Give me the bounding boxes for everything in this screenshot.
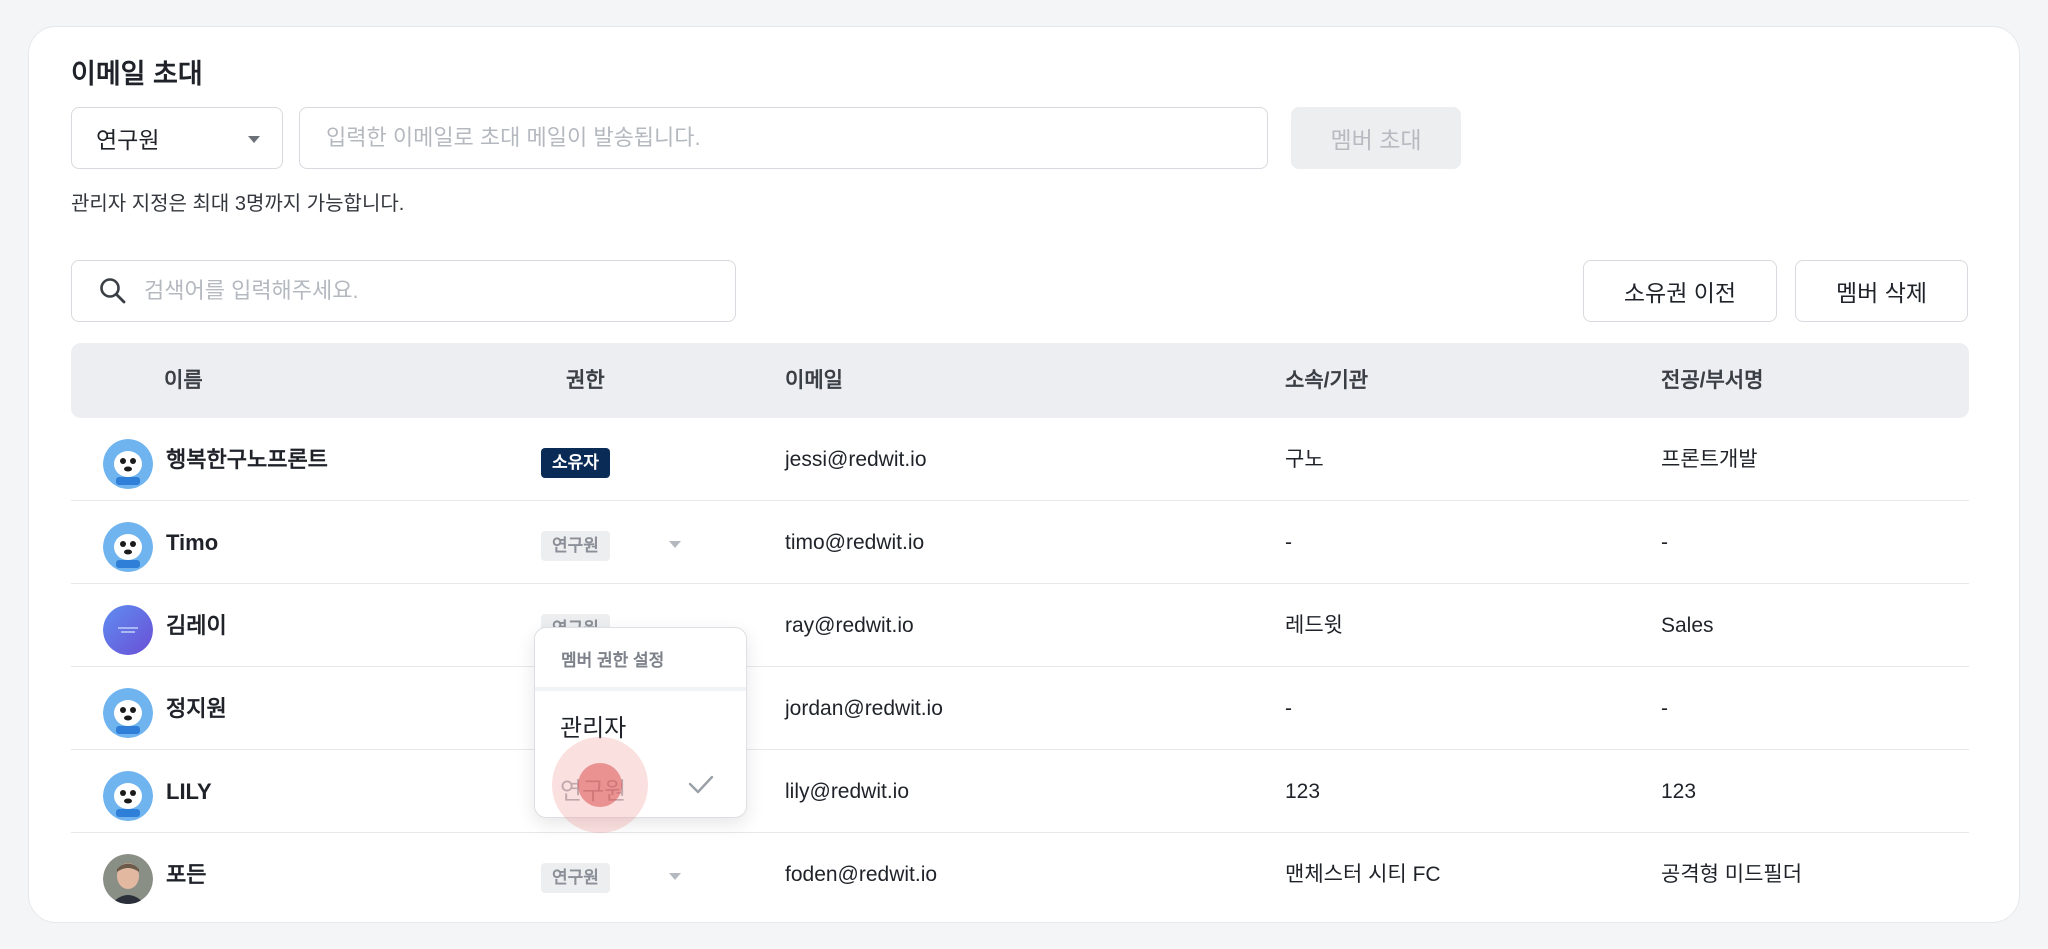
avatar bbox=[103, 605, 153, 655]
check-icon bbox=[688, 775, 714, 794]
member-email: timo@redwit.io bbox=[785, 531, 925, 554]
column-header-dept: 전공/부서명 bbox=[1661, 369, 1764, 392]
member-email: jessi@redwit.io bbox=[785, 448, 927, 471]
search-icon bbox=[100, 278, 126, 304]
member-search-input[interactable] bbox=[144, 278, 704, 304]
member-email: lily@redwit.io bbox=[785, 780, 910, 803]
invite-role-value: 연구원 bbox=[96, 127, 160, 153]
column-header-org: 소속/기관 bbox=[1285, 369, 1369, 392]
member-name: 행복한구노프론트 bbox=[166, 447, 328, 472]
member-name: 김레이 bbox=[166, 613, 227, 638]
caret-down-icon[interactable] bbox=[669, 873, 681, 880]
members-panel-content: 이메일 초대 연구원 멤버 초대 관리자 지정은 최대 3명까지 가능합니다. … bbox=[71, 27, 1969, 922]
avatar bbox=[103, 439, 153, 489]
member-dept: - bbox=[1661, 697, 1668, 720]
invite-email-input[interactable] bbox=[299, 107, 1268, 169]
table-row[interactable]: 포든 연구원 foden@redwit.io 맨체스터 시티 FC 공격형 미드… bbox=[71, 833, 1969, 916]
transfer-ownership-button[interactable]: 소유권 이전 bbox=[1583, 260, 1777, 322]
member-org: 구노 bbox=[1285, 448, 1324, 471]
member-name: Timo bbox=[166, 530, 219, 555]
member-name: 포든 bbox=[166, 862, 207, 887]
column-header-email: 이메일 bbox=[785, 369, 843, 392]
caret-down-icon[interactable] bbox=[669, 541, 681, 548]
delete-member-button[interactable]: 멤버 삭제 bbox=[1795, 260, 1968, 322]
admin-limit-helper-text: 관리자 지정은 최대 3명까지 가능합니다. bbox=[71, 193, 405, 215]
member-email: ray@redwit.io bbox=[785, 614, 914, 637]
invite-role-select[interactable]: 연구원 bbox=[71, 107, 283, 169]
member-org: 레드윗 bbox=[1285, 614, 1343, 637]
member-name: LILY bbox=[166, 779, 212, 804]
member-dept: Sales bbox=[1661, 614, 1714, 637]
member-dept: - bbox=[1661, 531, 1668, 554]
member-name: 정지원 bbox=[166, 696, 227, 721]
member-email: foden@redwit.io bbox=[785, 863, 938, 886]
member-email: jordan@redwit.io bbox=[785, 697, 943, 720]
table-row[interactable]: 김레이 연구원 ray@redwit.io 레드윗 Sales bbox=[71, 584, 1969, 667]
column-header-role: 권한 bbox=[566, 369, 605, 392]
member-org: - bbox=[1285, 697, 1292, 720]
role-menu-title: 멤버 권한 설정 bbox=[561, 651, 665, 670]
caret-down-icon bbox=[248, 136, 260, 143]
role-dropdown-trigger[interactable]: 연구원 bbox=[541, 863, 610, 893]
mascot-avatar-icon bbox=[103, 439, 153, 489]
members-panel: 이메일 초대 연구원 멤버 초대 관리자 지정은 최대 3명까지 가능합니다. … bbox=[28, 26, 2020, 923]
member-org: - bbox=[1285, 531, 1292, 554]
invite-member-button[interactable]: 멤버 초대 bbox=[1291, 107, 1461, 169]
member-search-box[interactable] bbox=[71, 260, 736, 322]
invite-section-title: 이메일 초대 bbox=[71, 59, 203, 89]
member-org: 맨체스터 시티 FC bbox=[1285, 863, 1441, 886]
member-dept: 프론트개발 bbox=[1661, 448, 1758, 471]
avatar bbox=[103, 771, 153, 821]
column-header-name: 이름 bbox=[164, 369, 203, 392]
avatar bbox=[103, 688, 153, 738]
member-dept: 123 bbox=[1661, 780, 1697, 803]
table-row[interactable]: Timo 연구원 timo@redwit.io - - bbox=[71, 501, 1969, 584]
mascot-avatar-icon bbox=[103, 688, 153, 738]
role-dropdown-trigger[interactable]: 연구원 bbox=[541, 531, 610, 561]
role-badge-owner: 소유자 bbox=[541, 448, 610, 478]
profile-photo-icon bbox=[103, 854, 153, 904]
avatar bbox=[103, 522, 153, 572]
mascot-avatar-icon bbox=[103, 771, 153, 821]
gradient-avatar-icon bbox=[103, 605, 153, 655]
mascot-avatar-icon bbox=[103, 522, 153, 572]
avatar bbox=[103, 854, 153, 904]
table-row[interactable]: LILY lily@redwit.io 123 123 bbox=[71, 750, 1969, 833]
table-row[interactable]: 정지원 jordan@redwit.io - - bbox=[71, 667, 1969, 750]
table-row[interactable]: 행복한구노프론트 소유자 jessi@redwit.io 구노 프론트개발 bbox=[71, 418, 1969, 501]
members-table-header: 이름 권한 이메일 소속/기관 전공/부서명 bbox=[71, 343, 1969, 418]
member-dept: 공격형 미드필더 bbox=[1661, 863, 1803, 886]
member-org: 123 bbox=[1285, 780, 1321, 803]
menu-divider bbox=[535, 687, 746, 691]
click-indicator-dot bbox=[578, 763, 622, 807]
